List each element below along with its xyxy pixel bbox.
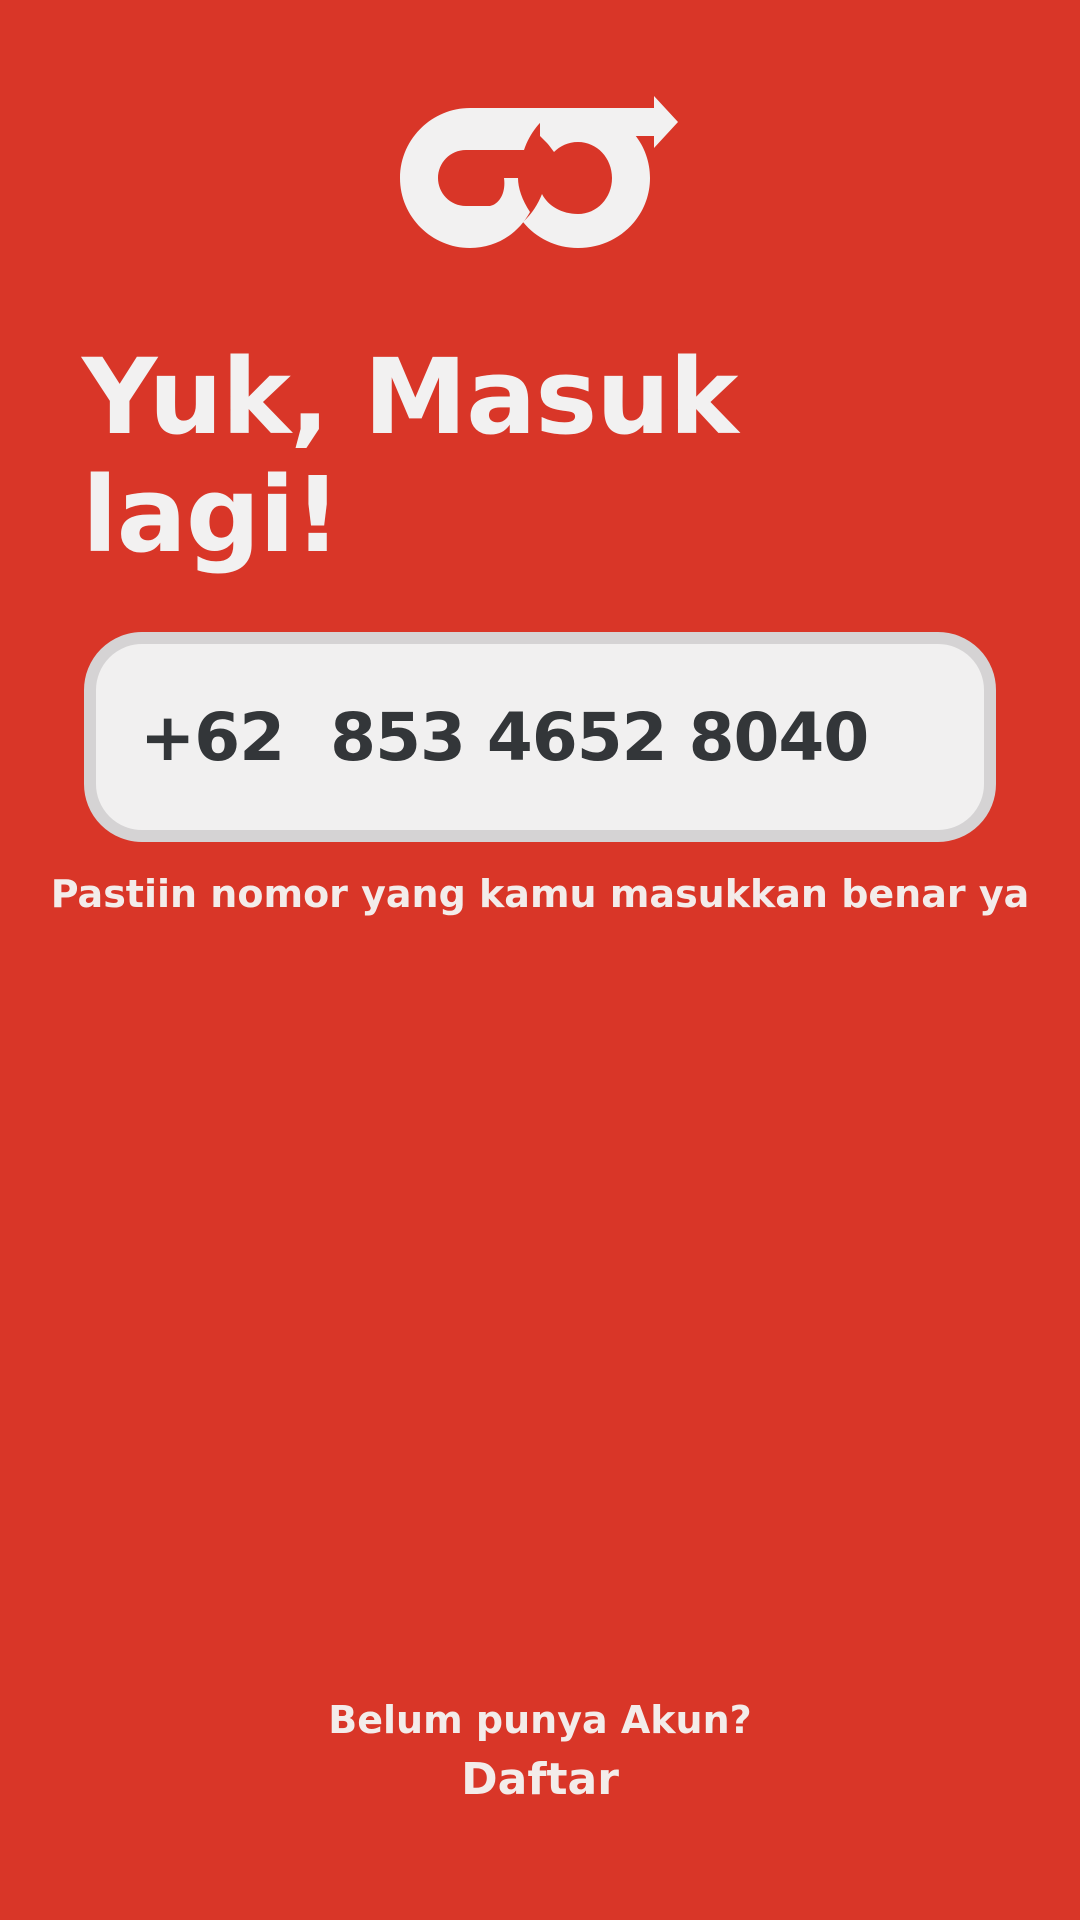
register-link[interactable]: Daftar (461, 1750, 619, 1810)
page-title: Yuk, Masuk lagi! (82, 338, 842, 574)
go-logo-icon (392, 92, 692, 262)
phone-number-input[interactable]: 853 4652 8040 (330, 699, 869, 776)
register-prompt: Belum punya Akun? Daftar (0, 1692, 1080, 1810)
page-title-line-2: lagi! (82, 454, 341, 576)
phone-number-field[interactable]: +62 853 4652 8040 (84, 632, 996, 842)
login-screen: Yuk, Masuk lagi! +62 853 4652 8040 Pasti… (0, 0, 1080, 1920)
country-code-selector[interactable]: +62 (140, 699, 285, 776)
register-question: Belum punya Akun? (328, 1698, 752, 1742)
page-title-line-1: Yuk, Masuk (82, 336, 738, 458)
phone-hint-text: Pastiin nomor yang kamu masukkan benar y… (50, 872, 1030, 916)
